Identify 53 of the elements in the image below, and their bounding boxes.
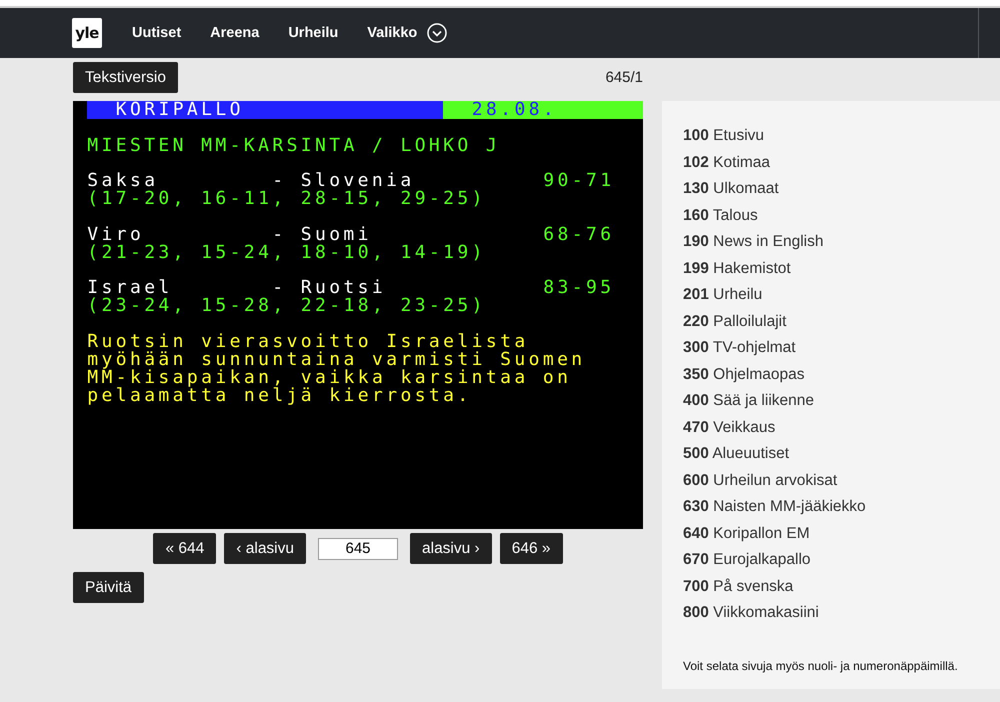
heading: MIESTEN MM-KARSINTA / LOHKO J bbox=[87, 136, 500, 155]
page-number-field[interactable]: 645 bbox=[318, 538, 398, 560]
story-line: MM-kisapaikan, vaikka karsintaa on bbox=[87, 368, 572, 386]
previous-page-button[interactable]: « 644 bbox=[153, 533, 216, 564]
story-line: Ruotsin vierasvoitto Israelista bbox=[87, 332, 529, 351]
chevron-down-icon[interactable] bbox=[427, 23, 448, 43]
period-scores: (17-20, 16-11, 28-15, 29-25) bbox=[87, 190, 486, 208]
page-index-link[interactable]: 100 Etusivu bbox=[683, 123, 979, 150]
next-page-button[interactable]: 646 » bbox=[500, 533, 563, 564]
page-index-link[interactable]: 102 Kotimaa bbox=[683, 150, 979, 176]
nav-link[interactable]: Urheilu bbox=[288, 25, 338, 41]
home-team: Saksa bbox=[87, 172, 158, 190]
page-index-link[interactable]: 640 Koripallon EM bbox=[683, 520, 979, 547]
page-index-link[interactable]: 630 Naisten MM-jääkiekko bbox=[683, 494, 979, 520]
section-title: KORIPALLO bbox=[87, 101, 444, 119]
period-scores: (23-24, 15-28, 22-18, 23-25) bbox=[87, 297, 486, 316]
next-subpage-button[interactable]: alasivu › bbox=[410, 533, 492, 564]
page-index-link[interactable]: 300 TV-ohjelmat bbox=[683, 335, 979, 362]
period-scores: (21-23, 15-24, 18-10, 14-19) bbox=[87, 244, 486, 262]
menu-link[interactable]: Valikko bbox=[367, 25, 418, 41]
story-line: myöhään sunnuntaina varmisti Suomen bbox=[87, 350, 586, 369]
page-index-link[interactable]: 220 Palloilulajit bbox=[683, 308, 979, 335]
away-team: - Slovenia bbox=[272, 172, 415, 190]
home-team: Israel bbox=[87, 279, 173, 298]
keyboard-hint: Voit selata sivuja myös nuoli- ja numeronäppäimillä. bbox=[683, 658, 959, 672]
final-score: 83-95 bbox=[543, 279, 614, 298]
home-team: Viro bbox=[87, 226, 144, 244]
logo[interactable]: yle bbox=[72, 18, 102, 48]
page-indicator: 645/1 bbox=[605, 69, 643, 86]
page-index-link[interactable]: 199 Hakemistot bbox=[683, 256, 979, 282]
final-score: 68-76 bbox=[543, 226, 614, 244]
page-index-link[interactable]: 600 Urheilun arvokisat bbox=[683, 468, 979, 494]
nav-link[interactable]: Uutiset bbox=[132, 25, 182, 41]
away-team: - Suomi bbox=[272, 226, 372, 244]
page-index-link[interactable]: 160 Talous bbox=[683, 202, 979, 229]
page-index-link[interactable]: 500 Alueuutiset bbox=[683, 441, 979, 468]
page-index-link[interactable]: 130 Ulkomaat bbox=[683, 176, 979, 202]
refresh-button[interactable]: Päivitä bbox=[73, 572, 144, 603]
page-index-link[interactable]: 350 Ohjelmaopas bbox=[683, 362, 979, 388]
date-label: 28.08. bbox=[443, 101, 643, 119]
page-index-link[interactable]: 470 Veikkaus bbox=[683, 414, 979, 441]
page-index-link[interactable]: 670 Eurojalkapallo bbox=[683, 547, 979, 574]
nav-link[interactable]: Areena bbox=[210, 25, 260, 41]
text-version-button[interactable]: Tekstiversio bbox=[73, 62, 178, 93]
story-line: pelaamatta neljä kierrosta. bbox=[87, 386, 472, 404]
page-index-link[interactable]: 201 Urheilu bbox=[683, 282, 979, 308]
page-index-link[interactable]: 400 Sää ja liikenne bbox=[683, 388, 979, 414]
final-score: 90-71 bbox=[543, 172, 614, 190]
previous-subpage-button[interactable]: ‹ alasivu bbox=[224, 533, 306, 564]
away-team: - Ruotsi bbox=[272, 279, 388, 298]
page-index-link[interactable]: 700 På svenska bbox=[683, 574, 979, 600]
page-index-link[interactable]: 190 News in English bbox=[683, 229, 979, 256]
page-index-link[interactable]: 800 Viikkomakasiini bbox=[683, 600, 979, 626]
